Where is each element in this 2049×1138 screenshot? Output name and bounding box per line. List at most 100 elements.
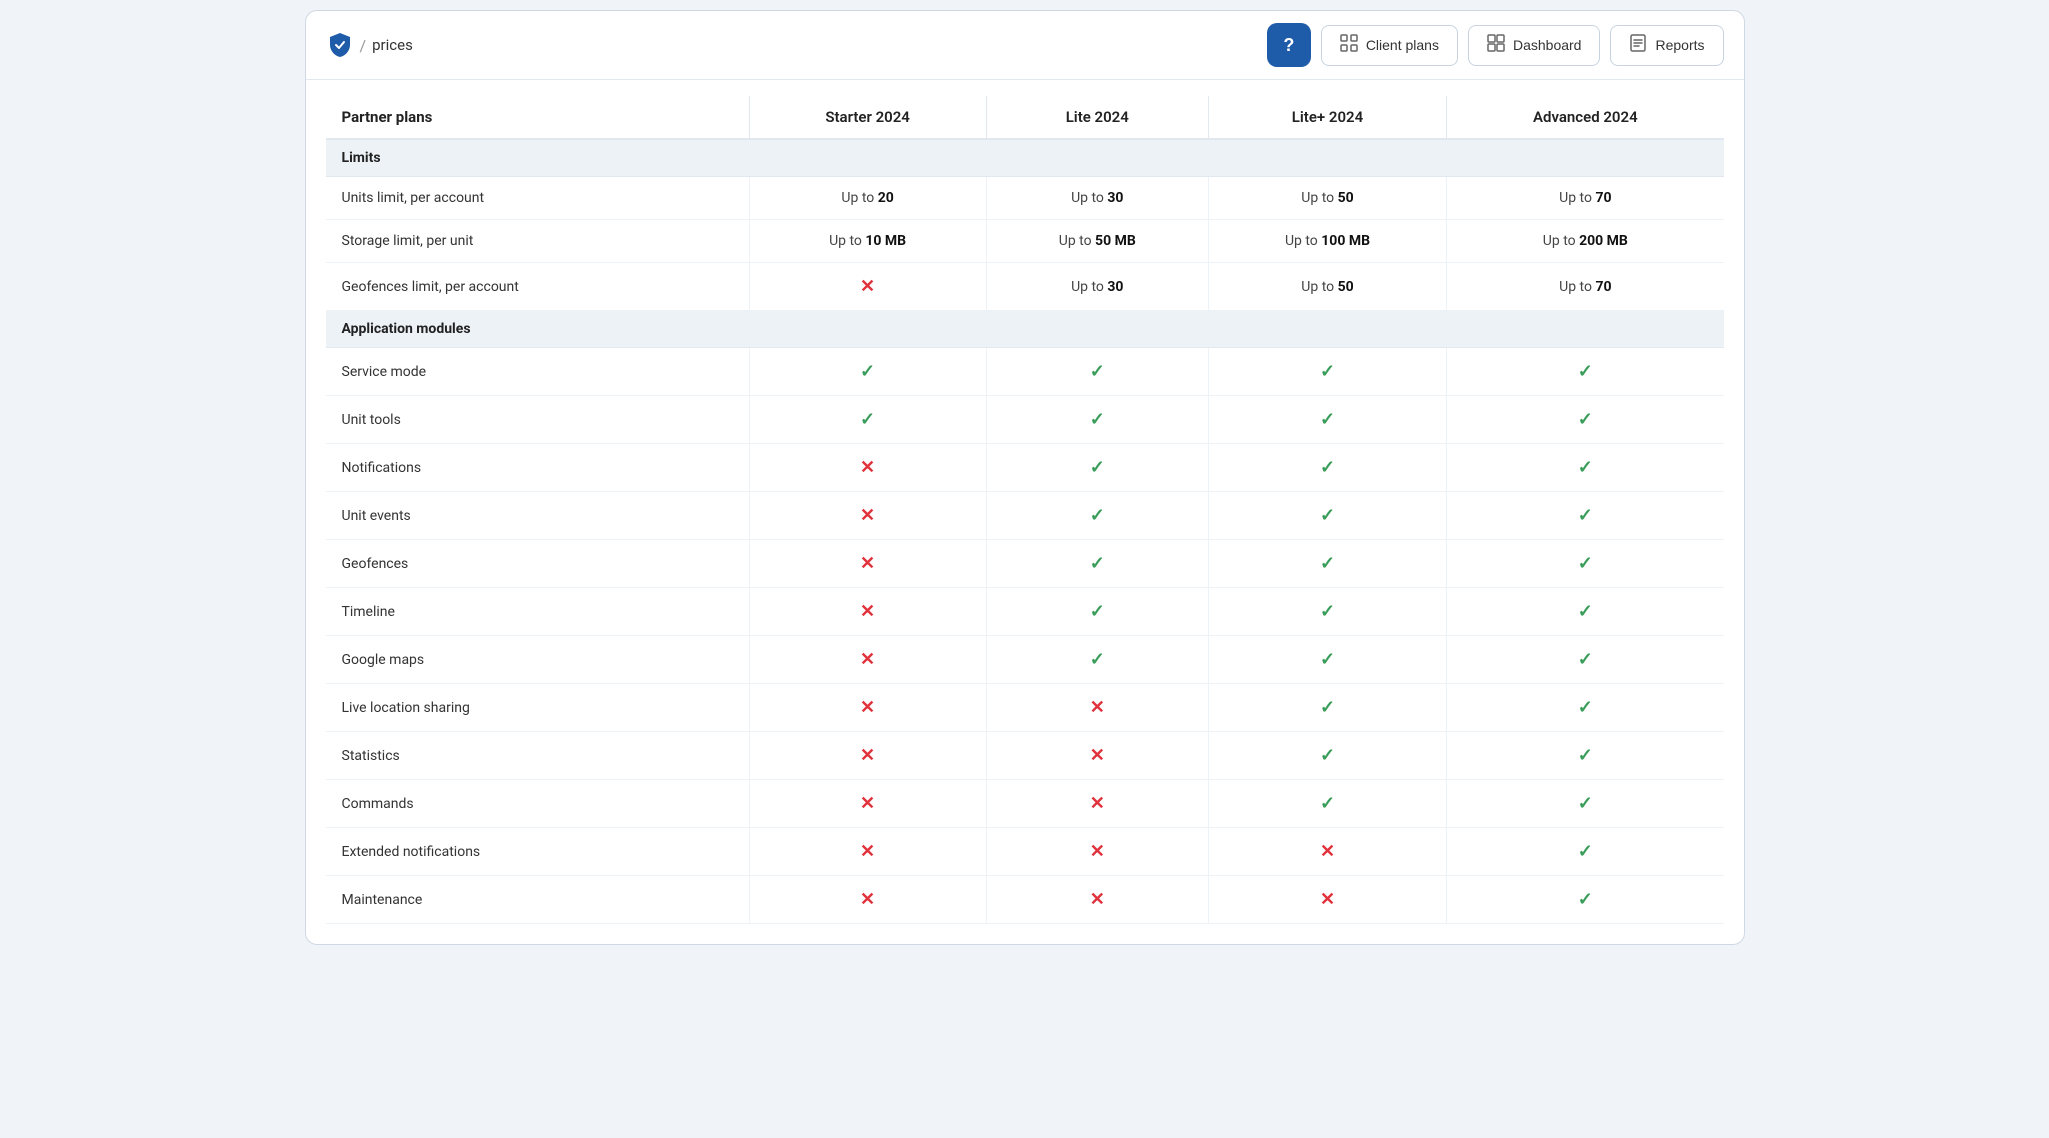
feature-label: Timeline bbox=[326, 588, 750, 636]
check-icon: ✓ bbox=[1320, 745, 1335, 766]
dashboard-button[interactable]: Dashboard bbox=[1468, 25, 1601, 66]
cell-text: Up to 100 MB bbox=[1285, 233, 1370, 249]
check-icon: ✓ bbox=[1090, 457, 1105, 478]
cell-check: ✓ bbox=[1447, 780, 1724, 828]
check-icon: ✓ bbox=[1320, 409, 1335, 430]
table-header-row: Partner plans Starter 2024 Lite 2024 Lit… bbox=[326, 96, 1724, 139]
check-icon: ✓ bbox=[1320, 697, 1335, 718]
table-row: Notifications ✕ ✓ ✓ ✓ bbox=[326, 444, 1724, 492]
cell-cross: ✕ bbox=[749, 540, 986, 588]
check-icon: ✓ bbox=[1320, 361, 1335, 382]
cell-check: ✓ bbox=[1208, 492, 1446, 540]
cell-text: Up to 50 MB bbox=[1059, 233, 1136, 249]
cell-check: ✓ bbox=[1208, 396, 1446, 444]
section-row: Limits bbox=[326, 139, 1724, 177]
breadcrumb-label: prices bbox=[372, 36, 413, 54]
cell-check: ✓ bbox=[986, 492, 1208, 540]
cell-check: ✓ bbox=[1447, 684, 1724, 732]
table-row: Extended notifications ✕ ✕ ✕ ✓ bbox=[326, 828, 1724, 876]
dashboard-icon bbox=[1487, 34, 1505, 57]
cell-check: ✓ bbox=[986, 636, 1208, 684]
cell-text: Up to 20 bbox=[841, 190, 893, 206]
cross-icon: ✕ bbox=[860, 457, 875, 478]
cell-check: ✓ bbox=[1447, 636, 1724, 684]
cell-cross: ✕ bbox=[986, 780, 1208, 828]
cell-check: ✓ bbox=[1447, 876, 1724, 924]
table-row: Commands ✕ ✕ ✓ ✓ bbox=[326, 780, 1724, 828]
cross-icon: ✕ bbox=[1090, 841, 1105, 862]
cross-icon: ✕ bbox=[860, 841, 875, 862]
cell-cross: ✕ bbox=[1208, 828, 1446, 876]
check-icon: ✓ bbox=[1578, 745, 1593, 766]
check-icon: ✓ bbox=[1320, 601, 1335, 622]
table-row: Geofences limit, per account ✕ Up to 30 … bbox=[326, 263, 1724, 311]
feature-label: Units limit, per account bbox=[326, 177, 750, 220]
feature-label: Service mode bbox=[326, 348, 750, 396]
cell-text: Up to 70 bbox=[1559, 190, 1611, 206]
check-icon: ✓ bbox=[1578, 841, 1593, 862]
pricing-table: Partner plans Starter 2024 Lite 2024 Lit… bbox=[326, 96, 1724, 924]
cell-text: Up to 30 bbox=[1071, 279, 1123, 295]
shield-logo-icon bbox=[326, 31, 354, 59]
cell-text: Up to 200 MB bbox=[1543, 233, 1628, 249]
breadcrumb-separator: / bbox=[360, 36, 367, 55]
client-plans-icon bbox=[1340, 34, 1358, 57]
check-icon: ✓ bbox=[1578, 649, 1593, 670]
cell-value: Up to 50 bbox=[1208, 177, 1446, 220]
check-icon: ✓ bbox=[1090, 553, 1105, 574]
check-icon: ✓ bbox=[1090, 409, 1105, 430]
cell-cross: ✕ bbox=[749, 588, 986, 636]
cell-check: ✓ bbox=[986, 444, 1208, 492]
section-label: Application modules bbox=[326, 311, 1724, 348]
check-icon: ✓ bbox=[1090, 601, 1105, 622]
cell-check: ✓ bbox=[1447, 828, 1724, 876]
check-icon: ✓ bbox=[1578, 601, 1593, 622]
help-button[interactable]: ? bbox=[1267, 23, 1311, 67]
cell-check: ✓ bbox=[986, 348, 1208, 396]
cell-cross: ✕ bbox=[749, 780, 986, 828]
cell-cross: ✕ bbox=[986, 876, 1208, 924]
feature-label: Extended notifications bbox=[326, 828, 750, 876]
client-plans-button[interactable]: Client plans bbox=[1321, 25, 1458, 66]
header: / prices ? Client plans bbox=[306, 11, 1744, 80]
cell-text: Up to 50 bbox=[1301, 279, 1353, 295]
header-actions: ? Client plans bbox=[1267, 23, 1724, 67]
dashboard-label: Dashboard bbox=[1513, 37, 1582, 53]
cross-icon: ✕ bbox=[1090, 793, 1105, 814]
cell-value: Up to 30 bbox=[986, 177, 1208, 220]
cross-icon: ✕ bbox=[1090, 697, 1105, 718]
reports-icon bbox=[1629, 34, 1647, 57]
reports-button[interactable]: Reports bbox=[1610, 25, 1723, 66]
table-row: Statistics ✕ ✕ ✓ ✓ bbox=[326, 732, 1724, 780]
cell-check: ✓ bbox=[986, 396, 1208, 444]
cell-check: ✓ bbox=[1208, 684, 1446, 732]
section-label: Limits bbox=[326, 139, 1724, 177]
cell-value: Up to 10 MB bbox=[749, 220, 986, 263]
cell-check: ✓ bbox=[1447, 396, 1724, 444]
check-icon: ✓ bbox=[1578, 553, 1593, 574]
check-icon: ✓ bbox=[1320, 793, 1335, 814]
feature-label: Live location sharing bbox=[326, 684, 750, 732]
cell-cross: ✕ bbox=[749, 636, 986, 684]
cross-icon: ✕ bbox=[1090, 745, 1105, 766]
check-icon: ✓ bbox=[1578, 409, 1593, 430]
cell-cross: ✕ bbox=[749, 263, 986, 311]
cell-check: ✓ bbox=[1447, 492, 1724, 540]
check-icon: ✓ bbox=[1578, 457, 1593, 478]
cross-icon: ✕ bbox=[860, 276, 875, 297]
check-icon: ✓ bbox=[860, 361, 875, 382]
app-container: / prices ? Client plans bbox=[305, 10, 1745, 945]
cell-text: Up to 30 bbox=[1071, 190, 1123, 206]
feature-label: Notifications bbox=[326, 444, 750, 492]
check-icon: ✓ bbox=[1090, 505, 1105, 526]
cell-cross: ✕ bbox=[749, 444, 986, 492]
check-icon: ✓ bbox=[1320, 505, 1335, 526]
cross-icon: ✕ bbox=[860, 889, 875, 910]
feature-label: Unit events bbox=[326, 492, 750, 540]
header-left: / prices bbox=[326, 31, 1257, 59]
feature-label: Storage limit, per unit bbox=[326, 220, 750, 263]
cross-icon: ✕ bbox=[1090, 889, 1105, 910]
cell-cross: ✕ bbox=[986, 828, 1208, 876]
cell-cross: ✕ bbox=[986, 732, 1208, 780]
cell-check: ✓ bbox=[1208, 732, 1446, 780]
